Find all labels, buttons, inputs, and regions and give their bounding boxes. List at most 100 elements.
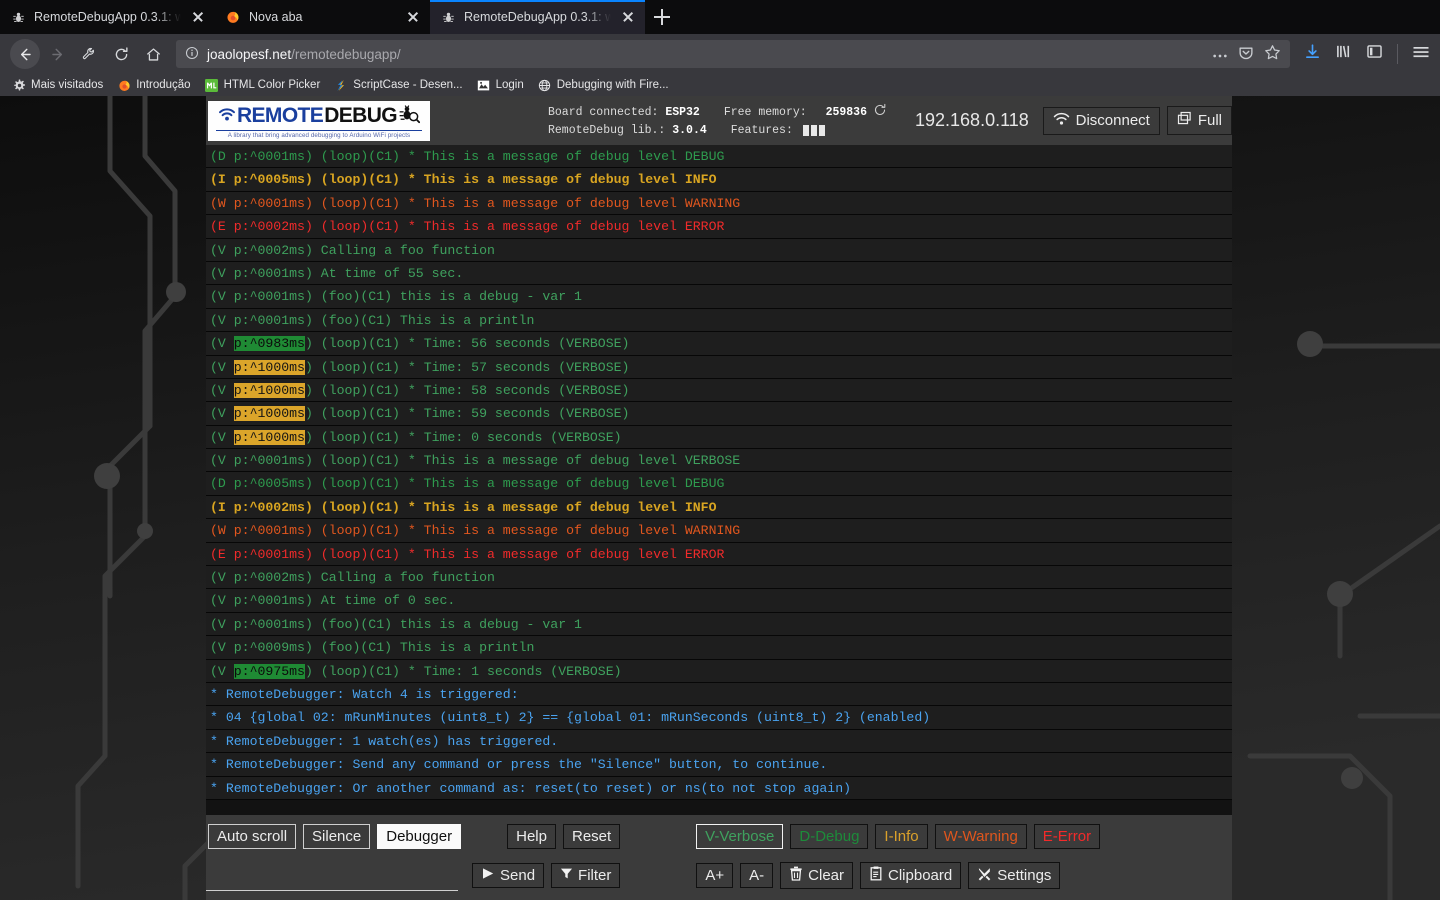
page-content: REMOTE DEBUG A library that bring advanc… — [0, 96, 1440, 900]
control-row-top: Auto scroll Silence Debugger Help Reset … — [206, 821, 1232, 852]
auto-scroll-button[interactable]: Auto scroll — [208, 824, 296, 849]
command-input[interactable] — [206, 860, 458, 891]
pocket-icon[interactable] — [1238, 45, 1254, 64]
log-level-i-info[interactable]: I-Info — [875, 824, 927, 849]
bug-icon — [440, 9, 456, 25]
refresh-icon[interactable] — [873, 103, 887, 123]
url-host: joaolopesf.net — [207, 47, 291, 62]
close-icon[interactable] — [189, 8, 207, 26]
bookmark-introducao[interactable]: Introdução — [117, 78, 190, 92]
new-tab-button[interactable] — [645, 0, 679, 34]
board-connected-value: ESP32 — [665, 105, 700, 121]
wrench-icon[interactable] — [74, 39, 104, 69]
bookmark-html-color-picker[interactable]: HTML Color Picker — [205, 78, 321, 92]
fullscreen-button[interactable]: Full — [1167, 106, 1232, 135]
scroll-group: Auto scroll Silence Debugger — [208, 824, 461, 849]
globe-icon — [538, 78, 552, 92]
close-icon[interactable] — [619, 8, 637, 26]
header-buttons: Disconnect Full — [1043, 106, 1232, 135]
library-icon[interactable] — [1335, 43, 1352, 65]
log-line: (V p:^1000ms) (loop)(C1) * Time: 57 seco… — [206, 356, 1232, 379]
log-level-v-verbose[interactable]: V-Verbose — [696, 824, 783, 849]
toolbar-divider — [1397, 44, 1398, 64]
disconnect-button[interactable]: Disconnect — [1043, 107, 1160, 135]
log-time-highlight: p:^1000ms — [234, 406, 305, 421]
free-memory-value: 259836 — [826, 105, 867, 121]
firefox-icon — [117, 78, 131, 92]
log-level-group: V-Verbose D-Debug I-Info W-Warning E-Error — [696, 824, 1100, 849]
gear-icon — [12, 78, 26, 92]
send-group: Send Filter — [472, 863, 620, 888]
reset-button[interactable]: Reset — [563, 824, 620, 849]
log-line: * 04 {global 02: mRunMinutes (uint8_t) 2… — [206, 706, 1232, 729]
help-group: Help Reset — [507, 824, 620, 849]
bookmarks-bar: Mais visitados Introdução HTML Color Pic… — [0, 74, 1440, 96]
control-bar: Auto scroll Silence Debugger Help Reset … — [206, 815, 1232, 900]
browser-tab-1[interactable]: RemoteDebugApp 0.3.1: web ap — [0, 0, 215, 34]
debug-log-output[interactable]: (D p:^0001ms) (loop)(C1) * This is a mes… — [206, 145, 1232, 815]
log-line: (V p:^0002ms) Calling a foo function — [206, 566, 1232, 589]
browser-tab-3-active[interactable]: RemoteDebugApp 0.3.1: web ap — [430, 0, 645, 34]
font-increase-button[interactable]: A+ — [696, 863, 733, 888]
url-actions — [1212, 44, 1281, 64]
scriptcase-icon — [334, 78, 348, 92]
log-time-highlight: p:^1000ms — [234, 430, 305, 445]
more-icon[interactable] — [1212, 47, 1228, 62]
window-icon — [1177, 111, 1192, 130]
log-time-highlight: p:^1000ms — [234, 360, 305, 375]
log-line: (V p:^1000ms) (loop)(C1) * Time: 59 seco… — [206, 402, 1232, 425]
sidebar-icon[interactable] — [1366, 43, 1383, 65]
help-button[interactable]: Help — [507, 824, 556, 849]
clear-button[interactable]: Clear — [780, 862, 853, 889]
close-icon[interactable] — [404, 8, 422, 26]
bookmark-label: Login — [496, 79, 524, 91]
reload-button[interactable] — [106, 39, 136, 69]
board-connected-label: Board connected: — [548, 105, 658, 121]
url-bar[interactable]: joaolopesf.net/remotedebugapp/ — [176, 40, 1290, 68]
tools-group: A+ A- Clear Clipboard — [696, 862, 1060, 889]
bookmark-login[interactable]: Login — [477, 78, 524, 92]
log-line: * RemoteDebugger: Watch 4 is triggered: — [206, 683, 1232, 706]
url-text: joaolopesf.net/remotedebugapp/ — [207, 47, 401, 62]
log-level-w-warning[interactable]: W-Warning — [935, 824, 1027, 849]
log-level-e-error[interactable]: E-Error — [1034, 824, 1100, 849]
bookmark-debugging-with-fire[interactable]: Debugging with Fire... — [538, 78, 669, 92]
features-group: Features: — [731, 123, 825, 139]
debugger-button[interactable]: Debugger — [377, 824, 461, 849]
clear-label: Clear — [808, 867, 844, 884]
log-line: * RemoteDebugger: 1 watch(es) has trigge… — [206, 730, 1232, 753]
bookmark-scriptcase[interactable]: ScriptCase - Desen... — [334, 78, 462, 92]
home-button[interactable] — [138, 39, 168, 69]
clipboard-label: Clipboard — [888, 867, 952, 884]
bookmark-mais-visitados[interactable]: Mais visitados — [12, 78, 103, 92]
free-memory-label: Free memory: — [724, 105, 807, 121]
silence-button[interactable]: Silence — [303, 824, 370, 849]
log-level-d-debug[interactable]: D-Debug — [790, 824, 868, 849]
tools-icon — [977, 866, 992, 885]
hamburger-menu-icon[interactable] — [1412, 44, 1430, 65]
forward-button[interactable] — [42, 39, 72, 69]
log-line: (V p:^0009ms) (foo)(C1) This is a printl… — [206, 636, 1232, 659]
firefox-icon — [225, 9, 241, 25]
log-line: (E p:^0002ms) (loop)(C1) * This is a mes… — [206, 215, 1232, 238]
log-line: (I p:^0002ms) (loop)(C1) * This is a mes… — [206, 496, 1232, 519]
download-icon[interactable] — [1304, 43, 1321, 65]
log-line: (V p:^1000ms) (loop)(C1) * Time: 58 seco… — [206, 379, 1232, 402]
lib-version-value: 3.0.4 — [672, 123, 707, 139]
log-line: (W p:^0001ms) (loop)(C1) * This is a mes… — [206, 519, 1232, 542]
bookmark-star-icon[interactable] — [1264, 44, 1281, 64]
log-line: (V p:^0975ms) (loop)(C1) * Time: 1 secon… — [206, 660, 1232, 683]
filter-button[interactable]: Filter — [551, 863, 620, 888]
log-line: (V p:^0001ms) (foo)(C1) this is a debug … — [206, 285, 1232, 308]
font-decrease-button[interactable]: A- — [740, 863, 773, 888]
logo-remote: REMOTE — [237, 105, 323, 126]
settings-button[interactable]: Settings — [968, 862, 1060, 889]
bookmark-label: ScriptCase - Desen... — [353, 79, 462, 91]
features-label: Features: — [731, 123, 793, 139]
send-button[interactable]: Send — [472, 863, 544, 888]
browser-tab-2[interactable]: Nova aba — [215, 0, 430, 34]
back-button[interactable] — [10, 39, 40, 69]
tab-strip: RemoteDebugApp 0.3.1: web ap Nova aba Re… — [0, 0, 1440, 34]
clipboard-button[interactable]: Clipboard — [860, 862, 961, 889]
log-line: (D p:^0001ms) (loop)(C1) * This is a mes… — [206, 145, 1232, 168]
